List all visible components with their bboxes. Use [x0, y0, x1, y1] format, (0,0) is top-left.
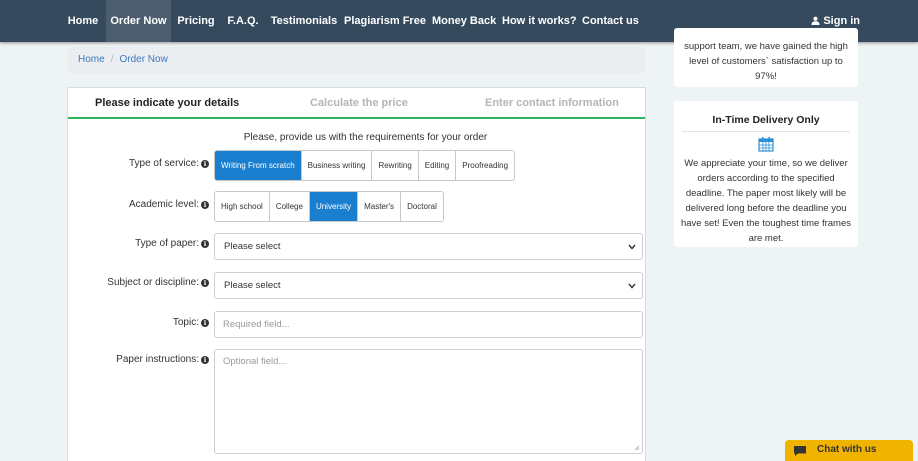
breadcrumb-separator: / — [110, 54, 114, 65]
service-label: Type of service: i — [129, 158, 209, 169]
topic-placeholder: Required field... — [223, 319, 290, 330]
instructions-label: Paper instructions: i — [116, 354, 209, 365]
delivery-line-1: We appreciate your time, so we deliver — [684, 158, 848, 169]
service-label-text: Type of service: — [128, 158, 199, 169]
step-price[interactable]: Calculate the price — [310, 88, 408, 119]
nav-home[interactable]: Home — [62, 0, 104, 42]
nav-money-back[interactable]: Money Back — [432, 0, 496, 42]
nav-how-it-works[interactable]: How it works? — [502, 0, 577, 42]
breadcrumb-current[interactable]: Order Now — [119, 54, 167, 65]
chevron-down-icon — [628, 283, 636, 289]
sidebar-card-satisfaction: support team, we have gained the high le… — [674, 28, 858, 87]
delivery-line-2: orders according to the specified — [697, 173, 835, 184]
level-option-high-school[interactable]: High school — [215, 192, 270, 221]
satisfaction-line-3: 97%! — [755, 71, 777, 82]
form-intro: Please, provide us with the requirements… — [243, 132, 488, 143]
info-icon[interactable]: i — [201, 201, 209, 209]
info-icon[interactable]: i — [201, 240, 209, 248]
nav-plagiarism-free[interactable]: Plagiarism Free — [344, 0, 426, 42]
step-contact[interactable]: Enter contact information — [485, 88, 619, 119]
nav-testimonials[interactable]: Testimonials — [270, 0, 338, 42]
topic-label-text: Topic: — [172, 317, 199, 328]
paper-type-label: Type of paper: i — [135, 238, 209, 249]
paper-type-value: Please select — [224, 241, 281, 252]
breadcrumb: Home / Order Now — [68, 47, 645, 73]
breadcrumb-home[interactable]: Home — [78, 54, 105, 65]
resize-handle-icon[interactable] — [634, 445, 640, 451]
chat-widget-button[interactable]: Chat with us — [785, 440, 913, 461]
topic-label: Topic: i — [173, 317, 209, 328]
delivery-line-3: deadline. The paper most likely will be — [685, 188, 847, 199]
nav-pricing[interactable]: Pricing — [173, 0, 219, 42]
info-icon[interactable]: i — [201, 279, 209, 287]
service-selector: Writing From scratch Business writing Re… — [214, 150, 516, 181]
instructions-textarea[interactable]: Optional field... — [214, 349, 643, 454]
level-option-college[interactable]: College — [270, 192, 310, 221]
level-label-text: Academic level: — [128, 199, 199, 210]
signin-label: Sign in — [823, 15, 860, 27]
order-form-panel: Please indicate your details Calculate t… — [67, 87, 646, 461]
service-option-editing[interactable]: Editing — [419, 151, 457, 180]
subject-select[interactable]: Please select — [214, 272, 643, 299]
order-steps: Please indicate your details Calculate t… — [68, 88, 645, 119]
delivery-title-divider — [682, 131, 850, 132]
level-option-masters[interactable]: Master's — [358, 192, 402, 221]
service-option-business-writing[interactable]: Business writing — [302, 151, 373, 180]
delivery-line-6: are met. — [748, 233, 784, 244]
delivery-line-5: have set! Even the toughest time frames — [680, 218, 852, 229]
satisfaction-line-1: support team, we have gained the high — [684, 41, 848, 52]
info-icon[interactable]: i — [201, 356, 209, 364]
step-details[interactable]: Please indicate your details — [95, 88, 239, 119]
delivery-text: We appreciate your time, so we deliver o… — [674, 156, 858, 246]
delivery-line-4: delivered long before the deadline you — [685, 203, 847, 214]
chat-bubble-icon — [794, 446, 806, 456]
paper-type-label-text: Type of paper: — [135, 238, 199, 249]
delivery-title: In-Time Delivery Only — [712, 114, 820, 126]
level-option-university[interactable]: University — [309, 192, 359, 221]
subject-label-text: Subject or discipline: — [107, 277, 199, 288]
service-option-rewriting[interactable]: Rewriting — [372, 151, 419, 180]
nav-contact-us[interactable]: Contact us — [582, 0, 639, 42]
calendar-icon — [758, 137, 774, 152]
level-label: Academic level: i — [129, 199, 209, 210]
service-option-proofreading[interactable]: Proofreading — [456, 151, 514, 180]
nav-order-now[interactable]: Order Now — [106, 0, 171, 42]
nav-faq[interactable]: F.A.Q. — [224, 0, 262, 42]
satisfaction-line-2: level of customers` satisfaction up to — [689, 56, 843, 67]
info-icon[interactable]: i — [201, 319, 209, 327]
level-option-doctoral[interactable]: Doctoral — [401, 192, 443, 221]
instructions-placeholder: Optional field... — [223, 356, 287, 367]
sidebar-card-delivery: In-Time Delivery Only We appreciate your… — [674, 101, 858, 247]
subject-value: Please select — [224, 280, 281, 291]
chevron-down-icon — [628, 244, 636, 250]
user-icon — [811, 16, 820, 25]
subject-label: Subject or discipline: i — [107, 277, 209, 288]
info-icon[interactable]: i — [201, 160, 209, 168]
instructions-label-text: Paper instructions: — [116, 354, 199, 365]
paper-type-select[interactable]: Please select — [214, 233, 643, 260]
topic-input[interactable]: Required field... — [214, 311, 643, 338]
chat-label: Chat with us — [817, 444, 877, 455]
level-selector: High school College University Master's … — [214, 191, 444, 222]
service-option-writing-from-scratch[interactable]: Writing From scratch — [215, 151, 302, 180]
